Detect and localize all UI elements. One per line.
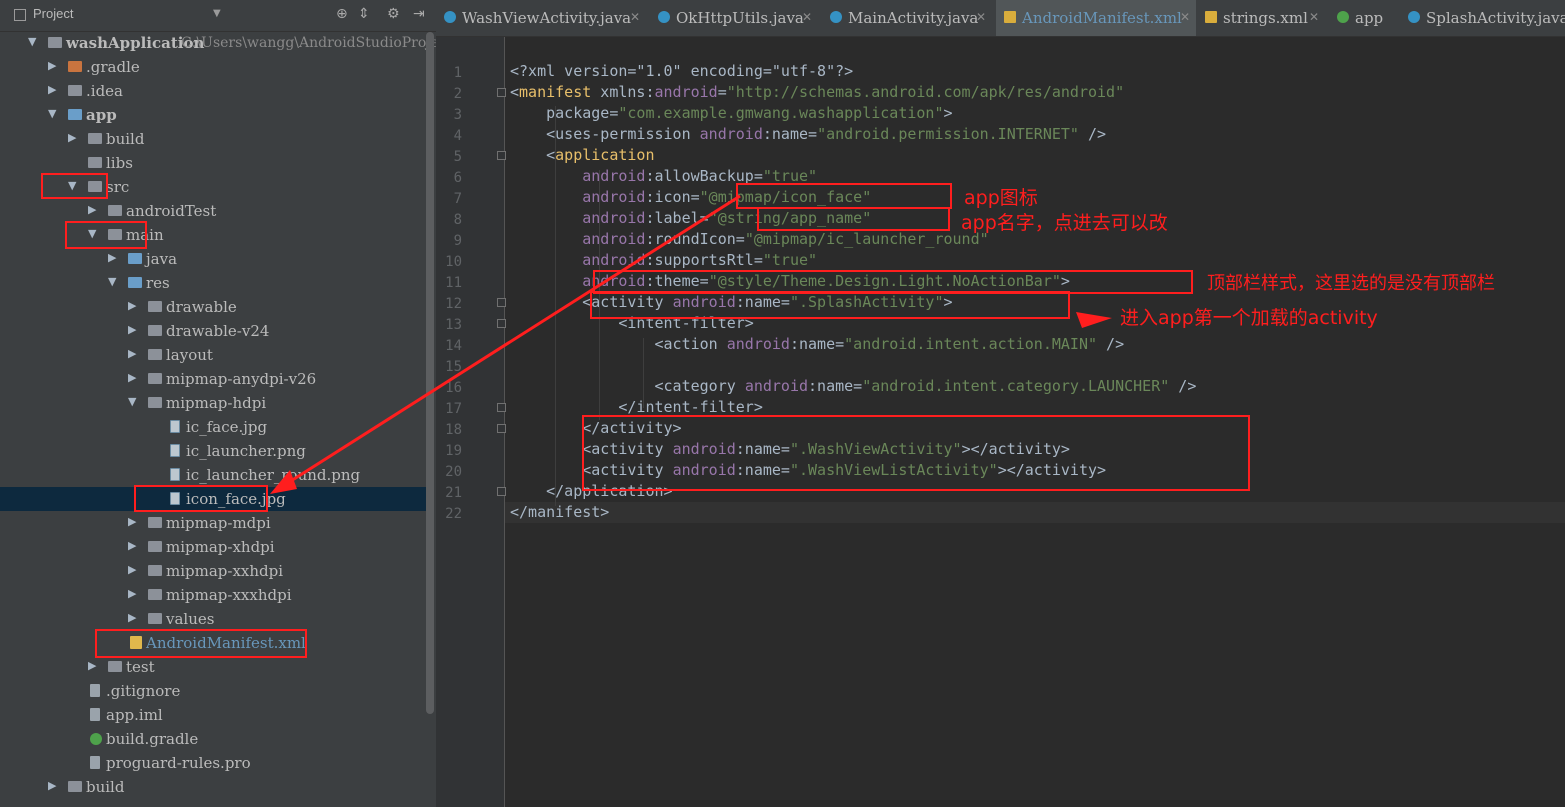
- annotation-arrows: [270, 194, 1112, 494]
- arrowhead-icon-to-file: [270, 470, 297, 494]
- arrowhead-splash-note: [1076, 312, 1112, 328]
- arrow-icon-to-file: [282, 194, 741, 488]
